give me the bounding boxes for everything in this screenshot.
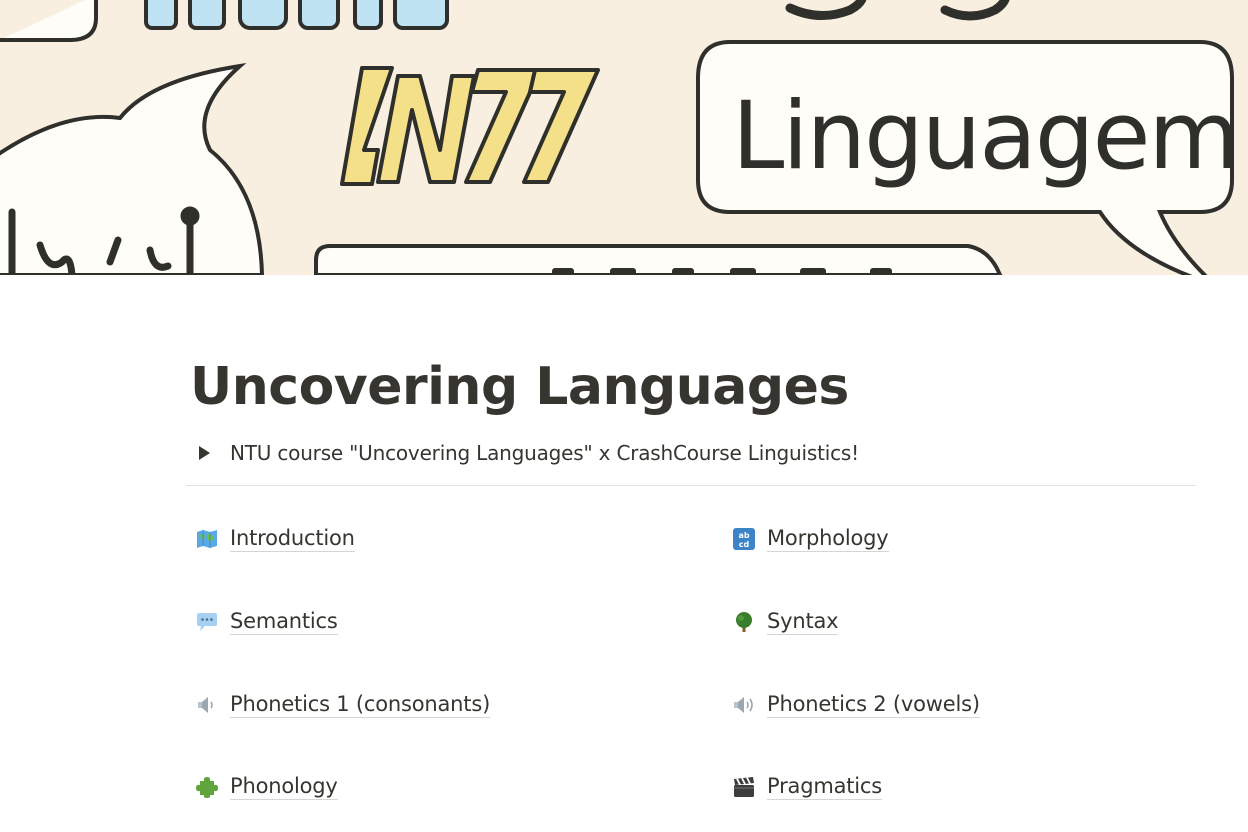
cover-image[interactable]: Linguagem — [0, 0, 1248, 275]
cover-top-squiggles — [785, 0, 1010, 21]
page-link-label[interactable]: Semantics — [230, 609, 338, 635]
world-map-icon — [196, 528, 218, 550]
speaker-low-volume-icon — [196, 694, 218, 716]
tree-icon — [733, 611, 755, 633]
page-link-pragmatics[interactable]: Pragmatics — [733, 771, 882, 803]
cover-bubble-bottom — [314, 244, 1003, 275]
puzzle-piece-icon — [196, 776, 218, 798]
page-link-label[interactable]: Morphology — [767, 526, 889, 552]
description-toggle[interactable]: NTU course "Uncovering Languages" x Cras… — [192, 438, 859, 468]
cover-illustration: Linguagem — [0, 0, 1240, 275]
speech-bubble-icon — [196, 611, 218, 633]
page-link-phonology[interactable]: Phonology — [196, 771, 338, 803]
abcd-icon: ab cd — [733, 528, 755, 550]
cover-yellow-lettering — [340, 66, 600, 186]
page-link-syntax[interactable]: Syntax — [733, 606, 839, 638]
svg-text:cd: cd — [739, 540, 750, 549]
toggle-text: NTU course "Uncovering Languages" x Cras… — [230, 441, 859, 465]
cover-bubble-top-left — [0, 0, 98, 42]
cover-blue-lettering — [144, 0, 449, 30]
page-link-morphology[interactable]: ab cd Morphology — [733, 523, 889, 555]
page-link-introduction[interactable]: Introduction — [196, 523, 355, 555]
page-link-phonetics-2[interactable]: Phonetics 2 (vowels) — [733, 689, 980, 721]
page-link-label[interactable]: Pragmatics — [767, 774, 882, 800]
triangle-right-icon[interactable] — [192, 441, 216, 465]
page-link-label[interactable]: Phonetics 1 (consonants) — [230, 692, 490, 718]
speaker-medium-volume-icon — [733, 694, 755, 716]
page-link-phonetics-1[interactable]: Phonetics 1 (consonants) — [196, 689, 490, 721]
page-link-label[interactable]: Phonetics 2 (vowels) — [767, 692, 980, 718]
clapper-board-icon — [733, 776, 755, 798]
divider — [186, 485, 1196, 486]
page-title: Uncovering Languages — [190, 357, 849, 417]
page-link-label[interactable]: Phonology — [230, 774, 338, 800]
page-link-label[interactable]: Introduction — [230, 526, 355, 552]
page-link-label[interactable]: Syntax — [767, 609, 839, 635]
page-link-semantics[interactable]: Semantics — [196, 606, 338, 638]
cover-linguagem-text: Linguagem — [732, 82, 1238, 191]
svg-text:ab: ab — [738, 531, 749, 540]
